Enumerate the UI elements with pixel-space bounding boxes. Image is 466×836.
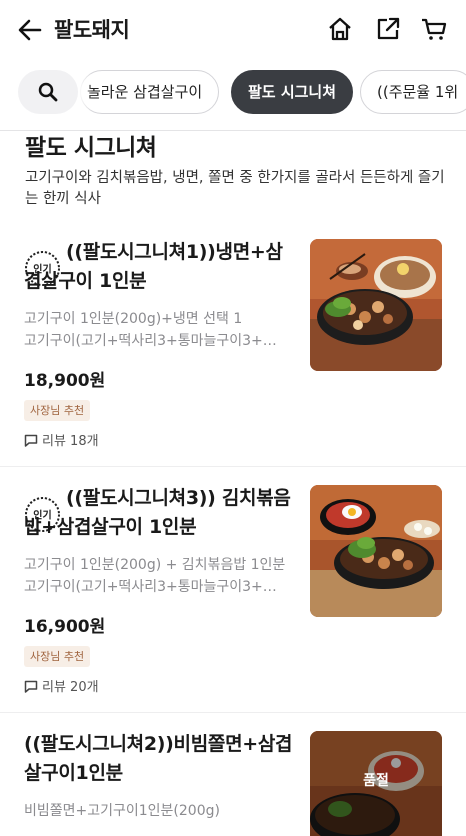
- category-chip[interactable]: 놀라운 삼겹살구이: [80, 70, 220, 114]
- back-arrow-icon[interactable]: [16, 16, 44, 44]
- category-chip[interactable]: ((주문율 1위: [360, 70, 466, 114]
- item-photo: [310, 239, 442, 371]
- review-count: 리뷰 18개: [24, 430, 99, 449]
- item-description: 고기구이 1인분(200g) + 김치볶음밥 1인분: [24, 557, 286, 573]
- item-divider: [0, 466, 466, 467]
- item-description: 비빔쫄면+고기구이1인분(200g): [24, 803, 220, 819]
- share-icon[interactable]: [374, 15, 402, 43]
- sold-out-overlay: 품절: [310, 731, 442, 836]
- item-price: 18,900원: [24, 371, 106, 391]
- category-chip-active[interactable]: 팔도 시그니쳐: [231, 70, 354, 114]
- review-count: 리뷰 20개: [24, 676, 99, 695]
- top-bar: 팔도돼지: [0, 0, 466, 60]
- comment-icon: [24, 680, 38, 693]
- section-description: 고기구이와 김치볶음밥, 냉면, 쫄면 중 한가지를 골라서 든든하게 즐기는 …: [25, 170, 445, 207]
- item-name: ((팔도시그니쳐1))냉면+삼겹살구이 1인분: [24, 241, 283, 292]
- section-title: 팔도 시그니쳐: [25, 135, 157, 161]
- review-count-text: 리뷰 20개: [42, 680, 99, 695]
- home-icon[interactable]: [326, 15, 354, 43]
- store-title: 팔도돼지: [54, 18, 130, 42]
- item-description: 고기구이(고기+떡사리3+통마늘구이3+…: [24, 333, 277, 349]
- review-count-text: 리뷰 18개: [42, 434, 99, 449]
- cart-icon[interactable]: [420, 15, 448, 43]
- item-divider: [0, 712, 466, 713]
- item-name: ((팔도시그니쳐2))비빔쫄면+삼겹살구이1인분: [24, 733, 293, 784]
- comment-icon: [24, 434, 38, 447]
- item-name: ((팔도시그니쳐3)) 김치볶음밥+삼겹살구이 1인분: [24, 487, 291, 538]
- owner-pick-badge: 사장님 추천: [24, 646, 91, 667]
- item-description: 고기구이(고기+떡사리3+통마늘구이3+…: [24, 579, 277, 595]
- chip-fade: [78, 68, 92, 116]
- menu-search-button[interactable]: [18, 70, 78, 114]
- menu-item[interactable]: ((팔도시그니쳐2))비빔쫄면+삼겹살구이1인분 비빔쫄면+고기구이1인분(20…: [0, 718, 466, 836]
- menu-item[interactable]: 인기 ((팔도시그니쳐3)) 김치볶음밥+삼겹살구이 1인분 고기구이 1인분(…: [0, 472, 466, 712]
- item-price: 16,900원: [24, 617, 106, 637]
- search-icon: [38, 82, 58, 102]
- item-photo: 품절: [310, 731, 442, 836]
- item-photo: [310, 485, 442, 617]
- owner-pick-badge: 사장님 추천: [24, 400, 91, 421]
- menu-item[interactable]: 인기 ((팔도시그니쳐1))냉면+삼겹살구이 1인분 고기구이 1인분(200g…: [0, 226, 466, 466]
- category-chips: 놀라운 삼겹살구이 팔도 시그니쳐 ((주문율 1위: [0, 68, 466, 116]
- item-description: 고기구이 1인분(200g)+냉면 선택 1: [24, 311, 243, 327]
